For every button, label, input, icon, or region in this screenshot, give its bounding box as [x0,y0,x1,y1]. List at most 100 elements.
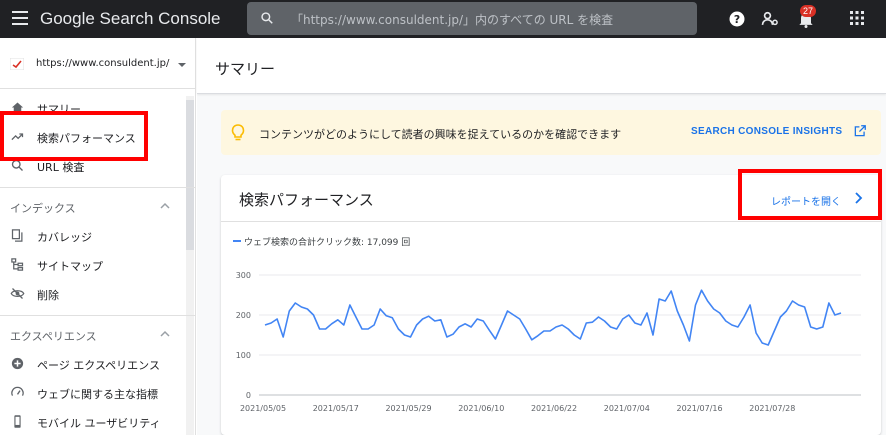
data-point[interactable] [282,336,285,339]
sidebar-item-core-web-vitals[interactable]: ウェブに関する主な指標 [0,380,195,406]
sidebar-item-sitemaps[interactable]: サイトマップ [0,252,195,278]
data-point[interactable] [658,298,661,301]
data-point[interactable] [652,334,655,337]
data-point[interactable] [470,326,473,329]
open-in-new-icon[interactable] [853,124,867,138]
data-point[interactable] [342,324,345,327]
data-point[interactable] [500,324,503,327]
clicks-line-chart[interactable]: 0 100 200 300 2021/05/05 2021/05/17 2021/05/29… [221,259,881,435]
data-point[interactable] [488,329,491,332]
data-point[interactable] [712,308,715,311]
menu-icon[interactable] [12,11,28,25]
data-point[interactable] [591,321,594,324]
data-point[interactable] [318,328,321,331]
data-point[interactable] [397,328,400,331]
data-point[interactable] [385,314,388,317]
data-point[interactable] [361,328,364,331]
data-point[interactable] [306,308,309,311]
app-title[interactable]: Google Search Console [40,9,221,29]
data-point[interactable] [476,318,479,321]
data-point[interactable] [785,310,788,313]
data-point[interactable] [724,320,727,323]
data-point[interactable] [833,314,836,317]
data-point[interactable] [779,316,782,319]
section-header-index[interactable]: インデックス [0,197,195,217]
data-point[interactable] [373,324,376,327]
data-point[interactable] [354,316,357,319]
chevron-down-icon[interactable] [178,63,186,67]
data-point[interactable] [288,310,291,313]
data-point[interactable] [573,334,576,337]
data-point[interactable] [730,324,733,327]
data-point[interactable] [821,326,824,329]
data-point[interactable] [439,318,442,321]
sidebar-item-page-experience[interactable]: ページ エクスペリエンス [0,351,195,377]
data-point[interactable] [445,336,448,339]
data-point[interactable] [524,328,527,331]
sidebar-item-mobile-usability[interactable]: モバイル ユーザビリティ [0,409,195,435]
data-point[interactable] [827,302,830,305]
data-point[interactable] [548,330,551,333]
data-point[interactable] [694,304,697,307]
data-point[interactable] [276,318,279,321]
data-point[interactable] [749,304,752,307]
data-point[interactable] [458,326,461,329]
data-point[interactable] [670,290,673,293]
data-point[interactable] [797,304,800,307]
data-point[interactable] [809,326,812,329]
data-point[interactable] [506,310,509,313]
data-point[interactable] [421,318,424,321]
data-point[interactable] [767,344,770,347]
data-point[interactable] [639,324,642,327]
data-point[interactable] [518,318,521,321]
data-point[interactable] [773,330,776,333]
data-point[interactable] [536,334,539,337]
data-point[interactable] [464,322,467,325]
data-point[interactable] [542,330,545,333]
manage-users-icon[interactable] [760,9,780,29]
data-point[interactable] [427,315,430,318]
data-point[interactable] [682,324,685,327]
data-point[interactable] [761,342,764,345]
data-point[interactable] [367,328,370,331]
data-point[interactable] [585,322,588,325]
data-point[interactable] [555,326,558,329]
data-point[interactable] [633,322,636,325]
data-point[interactable] [700,289,703,292]
data-point[interactable] [718,312,721,315]
help-icon[interactable]: ? [727,9,747,29]
data-point[interactable] [603,320,606,323]
data-point[interactable] [415,324,418,327]
data-point[interactable] [627,314,630,317]
data-point[interactable] [451,333,454,336]
search-console-insights-link[interactable]: SEARCH CONSOLE INSIGHTS [691,126,842,137]
data-point[interactable] [482,320,485,323]
data-point[interactable] [579,338,582,341]
sidebar-item-removals[interactable]: 削除 [0,281,195,307]
data-point[interactable] [403,334,406,337]
data-point[interactable] [379,308,382,311]
data-point[interactable] [621,318,624,321]
data-point[interactable] [391,316,394,319]
data-point[interactable] [270,322,273,325]
data-point[interactable] [433,320,436,323]
data-point[interactable] [840,312,843,315]
data-point[interactable] [348,304,351,307]
data-point[interactable] [512,314,515,317]
data-point[interactable] [567,328,570,331]
data-point[interactable] [791,300,794,303]
data-point[interactable] [742,316,745,319]
data-point[interactable] [409,336,412,339]
data-point[interactable] [324,328,327,331]
data-point[interactable] [688,340,691,343]
data-point[interactable] [803,306,806,309]
data-point[interactable] [294,302,297,305]
url-inspection-search[interactable]: 「https://www.consuldent.jp/」内のすべての URL を… [247,2,697,35]
sidebar-item-coverage[interactable]: カバレッジ [0,223,195,249]
data-point[interactable] [530,338,533,341]
data-point[interactable] [664,300,667,303]
property-selector[interactable]: https://www.consuldent.jp/ [0,52,195,78]
data-point[interactable] [706,300,709,303]
data-point[interactable] [264,324,267,327]
data-point[interactable] [676,310,679,313]
